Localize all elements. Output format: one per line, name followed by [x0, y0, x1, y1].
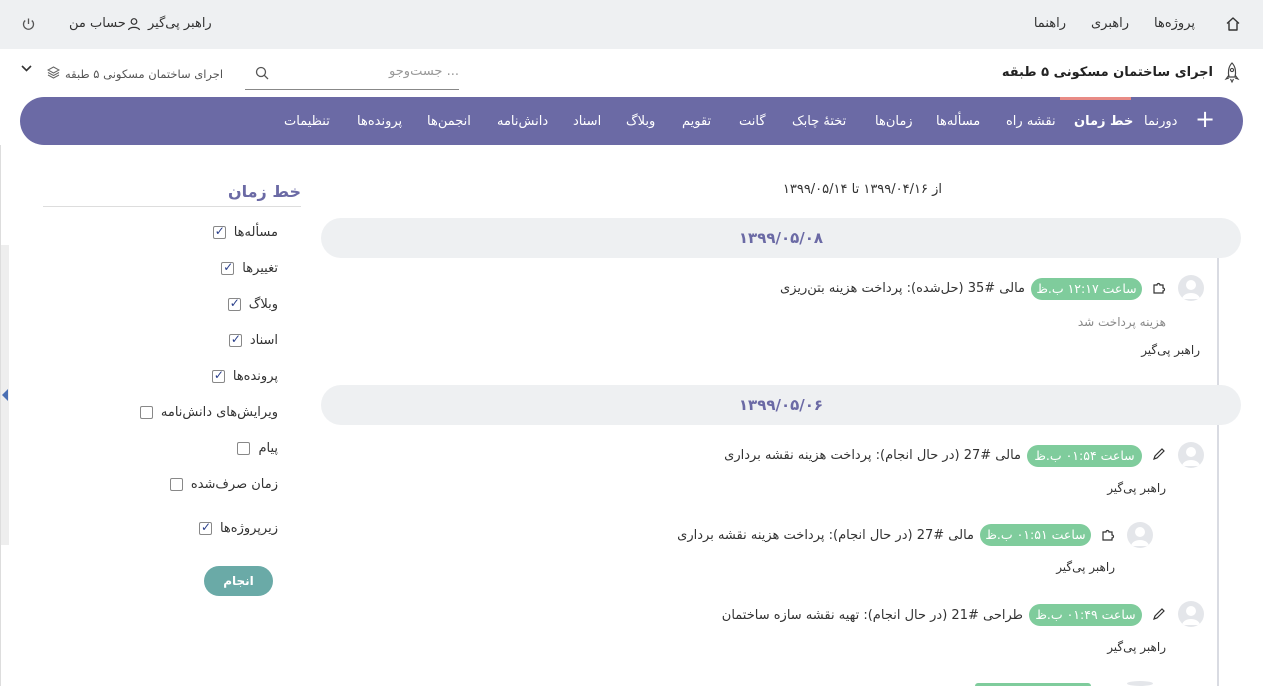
tab-activity[interactable]: خط زمان — [1074, 114, 1133, 129]
power-icon[interactable] — [21, 17, 36, 32]
avatar[interactable] — [1178, 442, 1204, 468]
tab-documents[interactable]: اسناد — [573, 114, 601, 129]
tab-files[interactable]: پرونده‌ها — [357, 114, 402, 129]
time-badge: ساعت ۰۱:۵۴ ب.ظ — [1027, 445, 1142, 467]
logged-user-link[interactable]: راهبر پی‌گیر — [148, 16, 212, 31]
puzzle-icon — [1151, 280, 1166, 299]
tab-agile-board[interactable]: تختهٔ چابک — [792, 114, 846, 129]
entry-title-link[interactable]: مالی #27 (در حال انجام): پرداخت هزینه نق… — [677, 528, 974, 543]
entry-author-link[interactable]: راهبر پی‌گیر — [1141, 343, 1200, 357]
avatar[interactable] — [1127, 681, 1153, 686]
pencil-icon — [1152, 447, 1166, 465]
chevron-down-icon[interactable] — [20, 62, 33, 79]
entry-title-link[interactable]: مالی #27 (در حال انجام): پرداخت هزینه نق… — [724, 448, 1021, 463]
timeline-line — [1217, 425, 1219, 686]
day-header: ۱۳۹۹/۰۵/۰۶ — [321, 385, 1241, 425]
tab-calendar[interactable]: تقویم — [682, 114, 711, 129]
search-input[interactable] — [269, 64, 459, 79]
active-tab-indicator — [1060, 97, 1131, 100]
tab-roadmap[interactable]: نقشه راه — [1006, 114, 1056, 129]
time-badge: ساعت ۰۱:۴۹ ب.ظ — [1029, 604, 1142, 626]
tab-settings[interactable]: تنظیمات — [284, 114, 330, 129]
tab-news[interactable]: وبلاگ — [626, 114, 655, 129]
entry-author-link[interactable]: راهبر پی‌گیر — [1056, 560, 1115, 574]
entry-description: هزینه پرداخت شد — [1077, 315, 1166, 329]
project-jump-label: اجرای ساختمان مسکونی ۵ طبقه — [65, 67, 224, 81]
topnav-projects[interactable]: پروژه‌ها — [1154, 16, 1195, 31]
time-badge: ساعت ۰۱:۵۱ ب.ظ — [980, 524, 1091, 546]
date-range: از ۱۳۹۹/۰۴/۱۶ تا ۱۳۹۹/۰۵/۱۴ — [782, 182, 942, 197]
time-badge: ساعت ۱۲:۱۷ ب.ظ — [1031, 278, 1142, 300]
rocket-icon — [1223, 62, 1241, 88]
search-box[interactable] — [245, 59, 459, 90]
project-jump-select[interactable]: اجرای ساختمان مسکونی ۵ طبقه — [46, 66, 224, 82]
home-icon[interactable] — [1225, 16, 1241, 32]
tab-gantt[interactable]: گانت — [739, 114, 766, 129]
project-title: اجرای ساختمان مسکونی ۵ طبقه — [1001, 65, 1213, 80]
search-icon — [255, 66, 269, 84]
my-account-link[interactable]: حساب من — [69, 16, 126, 31]
tab-forums[interactable]: انجمن‌ها — [427, 114, 471, 129]
puzzle-icon — [1100, 527, 1115, 546]
entry-author-link[interactable]: راهبر پی‌گیر — [1107, 481, 1166, 495]
entry-title-link[interactable]: مالی #35 (حل‌شده): پرداخت هزینه بتن‌ریزی — [780, 281, 1025, 296]
day-header: ۱۳۹۹/۰۵/۰۸ — [321, 218, 1241, 258]
tab-wiki[interactable]: دانش‌نامه — [497, 114, 548, 129]
my-account-label: حساب من — [69, 16, 126, 31]
top-bar: پروژه‌ها راهبری راهنما حساب من راهبر پی‌… — [0, 0, 1263, 49]
avatar[interactable] — [1127, 522, 1153, 548]
project-header: اجرای ساختمان مسکونی ۵ طبقه اجرای ساختما… — [0, 49, 1263, 97]
topnav-administration[interactable]: راهبری — [1091, 16, 1129, 31]
timeline-line — [1217, 258, 1219, 386]
layers-icon — [46, 66, 61, 82]
main-menu: + دورنما خط زمان نقشه راه مسأله‌ها زمان‌… — [20, 97, 1243, 145]
avatar[interactable] — [1178, 275, 1204, 301]
plus-icon[interactable]: + — [1195, 107, 1215, 131]
avatar[interactable] — [1178, 601, 1204, 627]
user-icon — [127, 17, 141, 31]
entry-title-link[interactable]: طراحی #21 (در حال انجام): تهیه نقشه سازه… — [722, 608, 1023, 623]
tab-overview[interactable]: دورنما — [1144, 114, 1177, 129]
tab-time-entries[interactable]: زمان‌ها — [875, 114, 913, 129]
pencil-icon — [1152, 607, 1166, 625]
tab-issues[interactable]: مسأله‌ها — [936, 114, 980, 129]
entry-author-link[interactable]: راهبر پی‌گیر — [1107, 640, 1166, 654]
topnav-help[interactable]: راهنما — [1034, 16, 1066, 31]
